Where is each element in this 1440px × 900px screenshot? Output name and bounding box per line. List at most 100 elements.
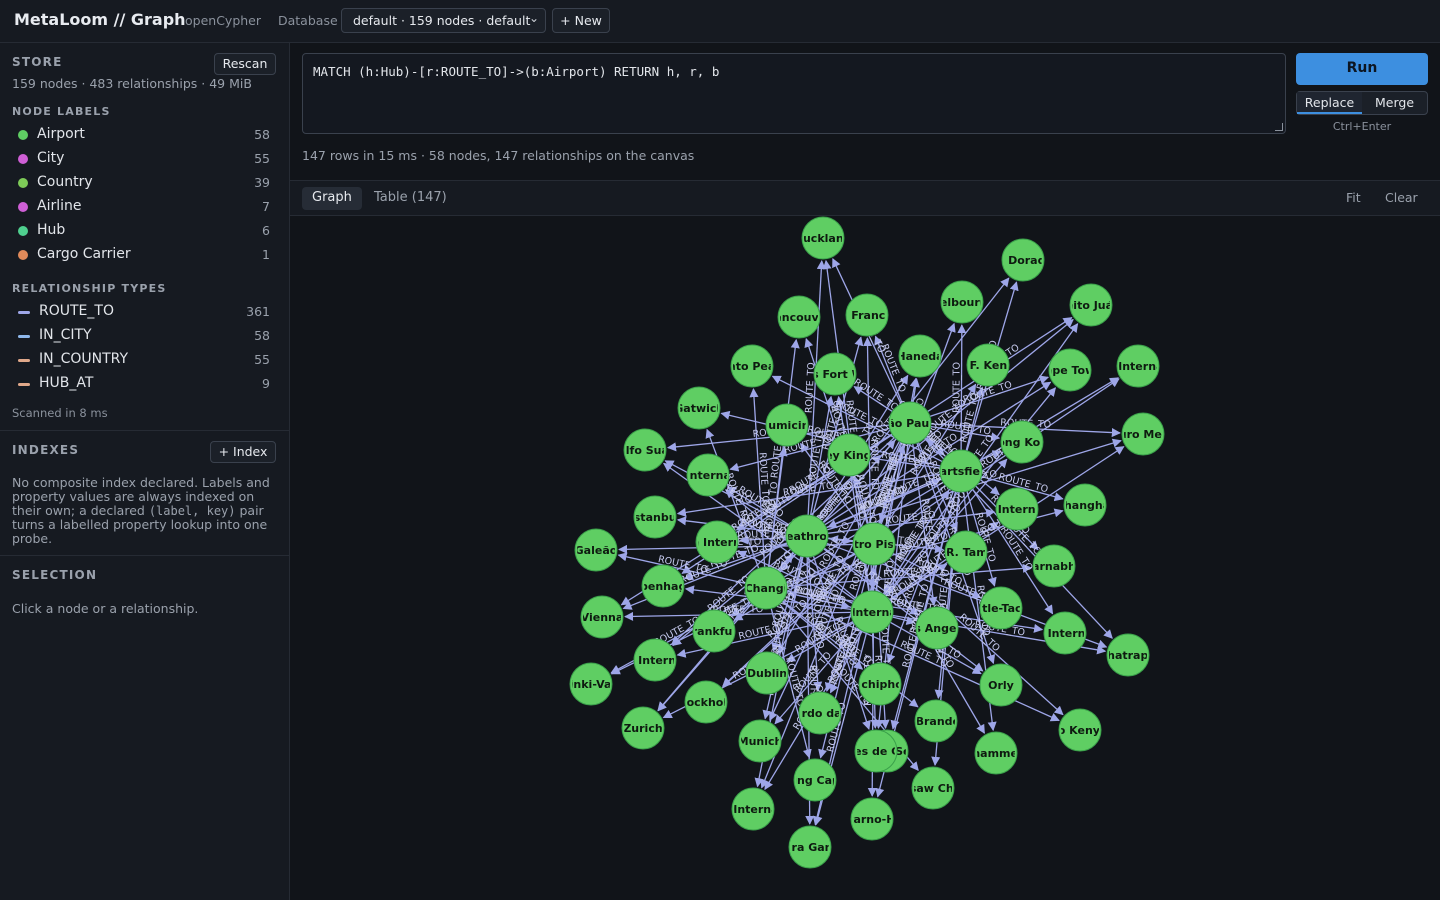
node-label-hub[interactable]: Hub 6 (12, 220, 272, 242)
new-database-button[interactable]: + New (552, 8, 610, 33)
app-title: MetaLoom // Graph (14, 10, 186, 29)
node-labels-title: NODE LABELS (12, 105, 111, 118)
relationship-label: ROUTE_TO (868, 439, 880, 490)
node-caption: Arturo Merino (1100, 428, 1187, 441)
mode-merge-button[interactable]: Merge (1362, 92, 1427, 114)
node-label-count: 58 (254, 127, 270, 142)
relationship-type-name: ROUTE_TO (39, 303, 114, 319)
airport-node[interactable]: Chhatrapati (1091, 633, 1165, 677)
node-label-country[interactable]: Country 39 (12, 172, 272, 194)
airport-node[interactable]: Warsaw Chopin (885, 766, 981, 810)
node-caption: Vienna (581, 611, 624, 624)
airport-node[interactable]: Indira Gandhi (768, 825, 852, 869)
airport-node[interactable]: Arturo Merino (1100, 412, 1187, 456)
airport-node[interactable]: Narita International (955, 487, 1078, 531)
airport-node[interactable]: Helsinki-Vantaa (543, 662, 640, 706)
rescan-button[interactable]: Rescan (214, 53, 276, 75)
fit-button[interactable]: Fit (1346, 190, 1361, 205)
relationship-type-name: IN_COUNTRY (39, 351, 129, 367)
node-caption: Munich (738, 735, 783, 748)
chevron-down-icon: ⌄ (528, 11, 539, 25)
hub-node[interactable]: Changi (744, 566, 788, 610)
node-label-city[interactable]: City 55 (12, 148, 272, 170)
airport-node[interactable]: Soekarno-Hatta (823, 797, 921, 841)
graph-svg[interactable]: ROUTE_TOROUTE_TOROUTE_TOROUTE_TOROUTE_TO… (290, 216, 1440, 900)
node-label-count: 6 (262, 223, 270, 238)
relationship-type-in-country[interactable]: IN_COUNTRY 55 (12, 349, 272, 371)
indexes-section-title: INDEXES (12, 443, 80, 457)
node-caption: Zurich (623, 722, 662, 735)
airport-node[interactable]: Galeão (574, 528, 618, 572)
relationship-type-route-to[interactable]: ROUTE_TO 361 (12, 301, 272, 323)
airport-node[interactable]: Munich (738, 719, 783, 763)
index-description: No composite index declared. Labels and … (12, 475, 270, 546)
airport-node[interactable]: Gatwick (674, 386, 724, 430)
top-bar: MetaLoom // Graph openCypher Database de… (0, 0, 1440, 43)
airport-node[interactable]: El Dorado (993, 238, 1054, 282)
mode-replace-button[interactable]: Replace (1297, 92, 1362, 114)
scan-time: Scanned in 8 ms (12, 406, 108, 420)
airport-node[interactable]: Adolfo Suárez (602, 428, 688, 472)
node-caption: Vancouver (766, 311, 832, 324)
node-caption: Mohammed V (954, 747, 1039, 760)
airport-node[interactable]: Istanbul (630, 495, 681, 539)
node-label-airline[interactable]: Airline 7 (12, 196, 272, 218)
node-caption: Orly (988, 679, 1014, 692)
selection-hint: Click a node or a relationship. (12, 601, 199, 616)
run-button[interactable]: Run (1296, 53, 1428, 85)
airport-node[interactable]: Zurich (621, 706, 665, 750)
node-caption: Charles de Gaulle (822, 745, 931, 758)
node-caption: Benito Juárez (1050, 299, 1133, 312)
node-caption: Melbourne (929, 296, 995, 309)
airport-node[interactable]: Melbourne (929, 280, 995, 324)
node-caption: Gatwick (674, 402, 724, 415)
relationship-type-hub-at[interactable]: HUB_AT 9 (12, 373, 272, 395)
node-caption: Warsaw Chopin (885, 782, 981, 795)
airport-node[interactable]: San Francisco (824, 293, 910, 337)
add-index-button[interactable]: + Index (210, 441, 276, 463)
node-caption: Jomo Kenyatta (1034, 724, 1126, 737)
airport-node[interactable]: Shanghai (1056, 483, 1114, 527)
airport-node[interactable]: Vienna (580, 595, 624, 639)
graph-canvas[interactable]: ROUTE_TO ROUTE_TO ROUTE_TO ROUTE_TO ROUTE_TO… (290, 216, 1440, 900)
index-key-code: (label, key) (148, 504, 236, 518)
node-caption: San Francisco (824, 309, 910, 322)
node-label-name: Airline (37, 198, 82, 214)
airport-node[interactable]: Beijing Capital (770, 758, 860, 802)
airport-node[interactable]: Auckland (794, 216, 851, 260)
node-label-count: 7 (262, 199, 270, 214)
store-summary: 159 nodes · 483 relationships · 49 MiB (12, 76, 252, 91)
node-caption: Toronto Pearson (701, 360, 802, 373)
airport-node[interactable]: Benito Juárez (1050, 283, 1133, 327)
run-shortcut-hint: Ctrl+Enter (1332, 120, 1392, 133)
node-caption: Galeão (575, 544, 618, 557)
node-label-cargo-carrier[interactable]: Cargo Carrier 1 (12, 244, 272, 266)
airport-node[interactable]: Stockholm (673, 680, 738, 724)
tab-graph[interactable]: Graph (302, 187, 362, 210)
airport-node[interactable]: Orly (979, 663, 1023, 707)
airport-node[interactable]: Mohammed V (954, 731, 1039, 775)
resize-handle[interactable] (1275, 123, 1283, 131)
selection-section-title: SELECTION (12, 568, 98, 582)
database-select[interactable]: default · 159 nodes · default ⌄ (341, 8, 546, 33)
query-language-label: openCypher (185, 13, 262, 28)
node-caption: Adolfo Suárez (602, 444, 688, 457)
label-color-dot (18, 226, 28, 236)
airport-node[interactable]: Vancouver (766, 295, 832, 339)
airport-node[interactable]: Toronto Pearson (701, 344, 802, 388)
sidebar-divider (0, 555, 289, 556)
node-caption: Miami International (1077, 360, 1199, 373)
airport-node[interactable]: Dublin (745, 651, 789, 695)
airport-node[interactable]: Miami International (1077, 344, 1199, 388)
node-label-airport[interactable]: Airport 58 (12, 124, 272, 146)
label-color-dot (18, 202, 28, 212)
sidebar-divider (0, 430, 289, 431)
node-caption: Helsinki-Vantaa (543, 678, 640, 691)
rel-color-swatch (18, 359, 30, 362)
relationship-type-name: HUB_AT (39, 375, 94, 391)
tab-table[interactable]: Table (147) (364, 187, 457, 210)
query-editor[interactable]: MATCH (h:Hub)-[r:ROUTE_TO]->(b:Airport) … (302, 53, 1286, 134)
clear-button[interactable]: Clear (1385, 190, 1418, 205)
airport-node[interactable]: Zayed International (692, 787, 814, 831)
relationship-type-in-city[interactable]: IN_CITY 58 (12, 325, 272, 347)
